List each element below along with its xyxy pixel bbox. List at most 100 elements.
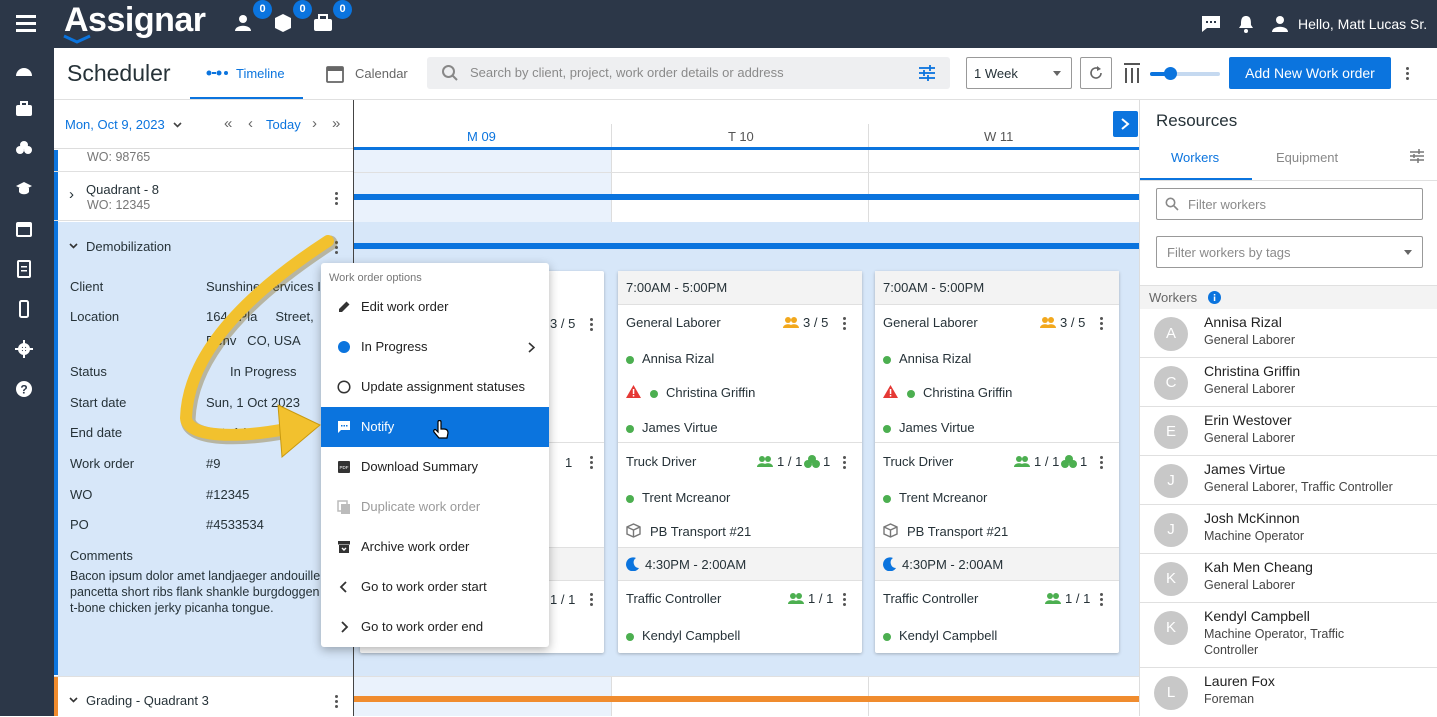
day-label: W 11 (984, 129, 1014, 144)
chevron-down-icon[interactable] (173, 122, 182, 128)
chevron-down-icon[interactable] (69, 697, 78, 703)
today-button[interactable]: Today (266, 117, 301, 132)
search-bar[interactable]: Search by client, project, work order de… (427, 57, 950, 89)
asset-name[interactable]: PB Transport #21 (907, 524, 1008, 539)
detail-label: Client (70, 279, 104, 294)
shift-card-w11[interactable]: 7:00AM - 5:00PM General Laborer 3 / 5 An… (875, 271, 1119, 653)
calendar-nav-icon[interactable] (15, 220, 33, 238)
zoom-slider[interactable] (1150, 67, 1220, 80)
shift-card-t10[interactable]: 7:00AM - 5:00PM General Laborer 3 / 5 An… (618, 271, 862, 653)
worker-row[interactable]: L Lauren Fox Foreman (1140, 668, 1437, 717)
user-avatar-icon[interactable] (1272, 15, 1288, 32)
row-menu-icon[interactable] (843, 593, 847, 607)
bell-icon[interactable] (1238, 15, 1254, 33)
range-select-value: 1 Week (974, 66, 1018, 81)
settings-gear-icon[interactable] (15, 340, 33, 358)
tab-workers[interactable]: Workers (1140, 140, 1252, 180)
worker-assignment[interactable]: Trent Mcreanor (626, 490, 730, 505)
worker-assignment[interactable]: Trent Mcreanor (883, 490, 987, 505)
worker-assignment[interactable]: Kendyl Campbell (883, 628, 997, 643)
hamburger-menu-icon[interactable] (16, 15, 36, 32)
first-page-icon[interactable]: « (224, 115, 232, 132)
filter-sliders-icon[interactable] (919, 65, 935, 81)
worker-row[interactable]: E Erin Westover General Laborer (1140, 407, 1437, 456)
document-icon[interactable] (15, 260, 33, 278)
menu-item-archive[interactable]: Archive work order (321, 527, 549, 567)
chevron-right-icon[interactable]: › (69, 186, 74, 203)
row-menu-icon[interactable] (590, 318, 594, 332)
filter-sliders-icon[interactable] (1410, 149, 1424, 163)
row-menu-icon[interactable] (1100, 593, 1104, 607)
demob-bar[interactable] (354, 243, 1139, 249)
add-work-order-button[interactable]: Add New Work order (1229, 57, 1391, 89)
briefcase-icon[interactable] (313, 14, 333, 32)
worker-assignment[interactable]: Christina Griffin (650, 385, 755, 400)
chevron-right-icon (528, 342, 535, 353)
work-order-grading[interactable]: Grading - Quadrant 3 (54, 676, 353, 716)
help-icon[interactable]: ? (15, 380, 33, 398)
worker-assignment[interactable]: James Virtue (883, 420, 975, 435)
refresh-button[interactable] (1080, 57, 1112, 89)
worker-assignment[interactable]: Annisa Rizal (626, 351, 714, 366)
work-order-quadrant-8[interactable]: › Quadrant - 8 WO: 12345 (54, 173, 353, 221)
zoom-slider-thumb[interactable] (1164, 67, 1177, 80)
worker-row[interactable]: A Annisa Rizal General Laborer (1140, 309, 1437, 358)
filter-workers-input[interactable]: Filter workers (1156, 188, 1423, 220)
shift-time: 7:00AM - 5:00PM (875, 271, 1119, 305)
scroll-right-button[interactable] (1113, 111, 1138, 137)
row-menu-icon[interactable] (843, 317, 847, 331)
mobile-icon[interactable] (15, 300, 33, 318)
range-select[interactable]: 1 Week (966, 57, 1072, 89)
row-menu-icon[interactable] (590, 593, 594, 607)
worker-assignment[interactable]: Annisa Rizal (883, 351, 971, 366)
grading-bar[interactable] (354, 696, 1139, 702)
chat-icon[interactable] (1201, 15, 1221, 33)
filter-tags-select[interactable]: Filter workers by tags (1156, 236, 1423, 268)
worker-row[interactable]: J Josh McKinnon Machine Operator (1140, 505, 1437, 554)
training-icon[interactable] (15, 180, 33, 198)
prev-icon[interactable]: ‹ (248, 115, 253, 132)
worker-name: Josh McKinnon (1204, 510, 1300, 526)
last-page-icon[interactable]: » (332, 115, 340, 132)
next-icon[interactable]: › (312, 115, 317, 132)
row-menu-icon[interactable] (843, 456, 847, 470)
cube-icon[interactable] (274, 13, 292, 33)
tab-calendar-label: Calendar (355, 66, 408, 81)
people-icon (788, 593, 804, 604)
dashboard-icon[interactable] (15, 62, 33, 80)
user-greeting[interactable]: Hello, Matt Lucas Sr. (1298, 16, 1427, 32)
chevron-right-icon (341, 621, 349, 633)
row-menu-icon[interactable] (335, 192, 339, 206)
briefcase-nav-icon[interactable] (15, 100, 33, 118)
date-picker[interactable]: Mon, Oct 9, 2023 (65, 117, 165, 132)
chevron-down-icon[interactable] (69, 243, 78, 249)
more-options-icon[interactable] (1406, 67, 1410, 81)
tab-equipment-label: Equipment (1276, 150, 1339, 165)
divider (875, 442, 1119, 443)
worker-row[interactable]: J James Virtue General Laborer, Traffic Co… (1140, 456, 1437, 505)
asset-name[interactable]: PB Transport #21 (650, 524, 751, 539)
info-icon[interactable] (1208, 291, 1221, 304)
tab-timeline[interactable]: Timeline (190, 48, 303, 99)
worker-assignment[interactable]: James Virtue (626, 420, 718, 435)
row-menu-icon[interactable] (1100, 456, 1104, 470)
worker-row[interactable]: K Kendyl Campbell Machine Operator, Traffi… (1140, 603, 1437, 668)
menu-item-go-start[interactable]: Go to work order start (321, 567, 549, 607)
menu-item-duplicate[interactable]: Duplicate work order (321, 487, 549, 527)
worker-row[interactable]: K Kah Men Cheang General Laborer (1140, 554, 1437, 603)
worker-assignment[interactable]: Christina Griffin (907, 385, 1012, 400)
row-menu-icon[interactable] (1100, 317, 1104, 331)
menu-item-go-end[interactable]: Go to work order end (321, 607, 549, 647)
quadrant8-bar[interactable] (354, 194, 1139, 200)
tab-calendar[interactable]: Calendar (324, 48, 424, 99)
resources-icon[interactable] (15, 140, 33, 158)
worker-assignment[interactable]: Kendyl Campbell (626, 628, 740, 643)
column-density-icon[interactable] (1123, 62, 1141, 84)
worker-row[interactable]: C Christina Griffin General Laborer (1140, 358, 1437, 407)
row-menu-icon[interactable] (335, 695, 339, 709)
row-menu-icon[interactable] (590, 456, 594, 470)
tab-equipment[interactable]: Equipment (1252, 140, 1372, 180)
role-count: 1 / 1 (550, 592, 576, 607)
person-icon[interactable] (234, 14, 252, 32)
comments-text: Bacon ipsum dolor amet landjaeger andoui… (70, 569, 321, 615)
